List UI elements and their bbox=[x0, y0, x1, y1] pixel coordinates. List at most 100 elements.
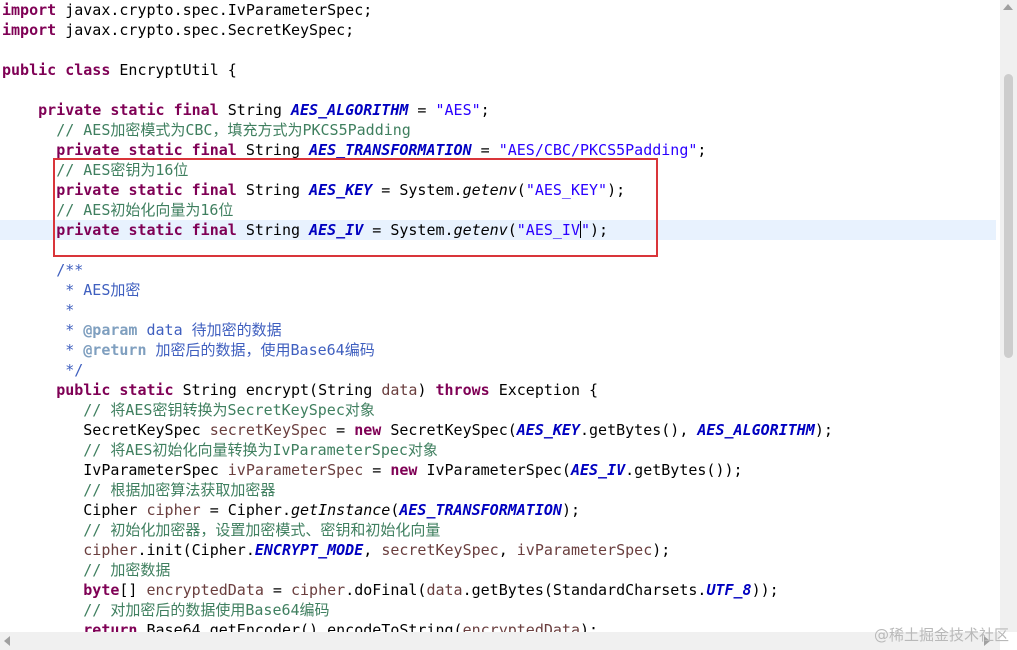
code-token: javax.crypto.spec.SecretKeySpec; bbox=[56, 21, 355, 39]
horizontal-scrollbar[interactable] bbox=[0, 632, 1000, 650]
code-line[interactable]: * bbox=[2, 300, 74, 320]
code-token: new bbox=[390, 461, 418, 479]
code-line[interactable]: * @return 加密后的数据，使用Base64编码 bbox=[2, 340, 375, 360]
code-line[interactable]: return Base64.getEncoder().encodeToStrin… bbox=[2, 620, 598, 632]
code-token: public bbox=[2, 61, 57, 79]
code-token: Exception { bbox=[489, 381, 599, 399]
code-token: AES_TRANSFORMATION bbox=[309, 141, 472, 159]
code-line[interactable]: import javax.crypto.spec.SecretKeySpec; bbox=[2, 20, 354, 40]
code-line[interactable]: private static final String AES_TRANSFOR… bbox=[2, 140, 706, 160]
code-line[interactable]: * AES加密 bbox=[2, 280, 140, 300]
code-line[interactable]: IvParameterSpec ivParameterSpec = new Iv… bbox=[2, 460, 743, 480]
code-line[interactable]: // 初始化加密器，设置加密模式、密钥和初始化向量 bbox=[2, 520, 440, 540]
code-token: = bbox=[471, 141, 499, 159]
scroll-up-arrow-icon[interactable] bbox=[1003, 4, 1013, 10]
code-token: .getBytes(), bbox=[580, 421, 698, 439]
code-token: .getBytes(StandardCharsets. bbox=[462, 581, 707, 599]
code-token: ivParameterSpec bbox=[227, 461, 364, 479]
code-token: private bbox=[56, 141, 120, 159]
code-token: // 对加密后的数据使用Base64编码 bbox=[83, 601, 330, 619]
code-token: String bbox=[236, 141, 310, 159]
code-line[interactable]: SecretKeySpec secretKeySpec = new Secret… bbox=[2, 420, 833, 440]
code-token: static bbox=[110, 101, 165, 119]
code-line[interactable]: cipher.init(Cipher.ENCRYPT_MODE, secretK… bbox=[2, 540, 670, 560]
code-token: // 根据加密算法获取加密器 bbox=[83, 481, 276, 499]
code-line[interactable]: * @param data 待加密的数据 bbox=[2, 320, 281, 340]
code-token: SecretKeySpec( bbox=[381, 421, 517, 439]
code-token: return bbox=[83, 621, 138, 632]
code-line[interactable]: public class EncryptUtil { bbox=[2, 60, 237, 80]
code-line[interactable]: // 根据加密算法获取加密器 bbox=[2, 480, 275, 500]
code-token: * bbox=[65, 341, 84, 359]
code-token: getInstance bbox=[291, 501, 391, 519]
code-token: 加密后的数据，使用Base64编码 bbox=[146, 341, 375, 359]
code-token: // 将AES密钥转换为SecretKeySpec对象 bbox=[83, 401, 375, 419]
code-line[interactable]: // AES加密模式为CBC，填充方式为PKCS5Padding bbox=[2, 120, 411, 140]
code-token: AES_ALGORITHM bbox=[697, 421, 815, 439]
code-line[interactable]: */ bbox=[2, 360, 83, 380]
code-line[interactable]: import javax.crypto.spec.IvParameterSpec… bbox=[2, 0, 372, 20]
code-line[interactable]: // 将AES初始化向量转换为IvParameterSpec对象 bbox=[2, 440, 438, 460]
code-token: SecretKeySpec bbox=[2, 421, 210, 439]
code-token: , bbox=[363, 541, 382, 559]
code-token: static bbox=[119, 381, 174, 399]
code-token: data bbox=[426, 581, 463, 599]
code-token: encryptedData bbox=[146, 581, 264, 599]
code-token: ); bbox=[579, 621, 599, 632]
code-token: cipher bbox=[146, 501, 201, 519]
code-token: secretKeySpec bbox=[209, 421, 328, 439]
code-token: = bbox=[408, 101, 436, 119]
code-line[interactable]: Cipher cipher = Cipher.getInstance(AES_T… bbox=[2, 500, 580, 520]
code-token: "AES" bbox=[435, 101, 481, 119]
code-token: */ bbox=[65, 361, 84, 379]
code-token: // 初始化加密器，设置加密模式、密钥和初始化向量 bbox=[83, 521, 441, 539]
code-token: new bbox=[354, 421, 382, 439]
code-token: = bbox=[363, 461, 391, 479]
code-line[interactable]: public static String encrypt(String data… bbox=[2, 380, 598, 400]
code-editor[interactable]: import javax.crypto.spec.IvParameterSpec… bbox=[0, 0, 1000, 632]
code-token: ENCRYPT_MODE bbox=[254, 541, 364, 559]
code-token: , bbox=[498, 541, 517, 559]
scroll-left-arrow-icon[interactable] bbox=[4, 636, 10, 646]
code-token: ); bbox=[561, 501, 580, 519]
code-token: .getBytes()); bbox=[625, 461, 743, 479]
code-token: IvParameterSpec bbox=[2, 461, 228, 479]
code-token: Base64.getEncoder().encodeToString( bbox=[137, 621, 463, 632]
code-line[interactable]: // 对加密后的数据使用Base64编码 bbox=[2, 600, 330, 620]
vertical-scrollbar[interactable] bbox=[1000, 0, 1017, 632]
code-line[interactable]: // 加密数据 bbox=[2, 560, 170, 580]
code-token: AES_KEY bbox=[516, 421, 580, 439]
code-line[interactable]: /** bbox=[2, 260, 83, 280]
code-token: @param bbox=[83, 321, 138, 339]
code-token: EncryptUtil { bbox=[110, 61, 237, 79]
vertical-scroll-thumb[interactable] bbox=[1004, 74, 1013, 358]
watermark: @稀土掘金技术社区 bbox=[873, 626, 1009, 644]
code-token: cipher bbox=[291, 581, 346, 599]
code-token: ; bbox=[697, 141, 707, 159]
code-token: AES_TRANSFORMATION bbox=[399, 501, 562, 519]
code-token: ) bbox=[417, 381, 436, 399]
code-token: javax.crypto.spec.IvParameterSpec; bbox=[56, 1, 373, 19]
code-line[interactable]: byte[] encryptedData = cipher.doFinal(da… bbox=[2, 580, 779, 600]
code-line[interactable]: // 将AES密钥转换为SecretKeySpec对象 bbox=[2, 400, 375, 420]
code-token: * bbox=[65, 321, 84, 339]
code-token: throws bbox=[435, 381, 490, 399]
code-token: = Cipher. bbox=[200, 501, 291, 519]
code-token: )); bbox=[751, 581, 779, 599]
code-line[interactable]: private static final String AES_ALGORITH… bbox=[2, 100, 490, 120]
